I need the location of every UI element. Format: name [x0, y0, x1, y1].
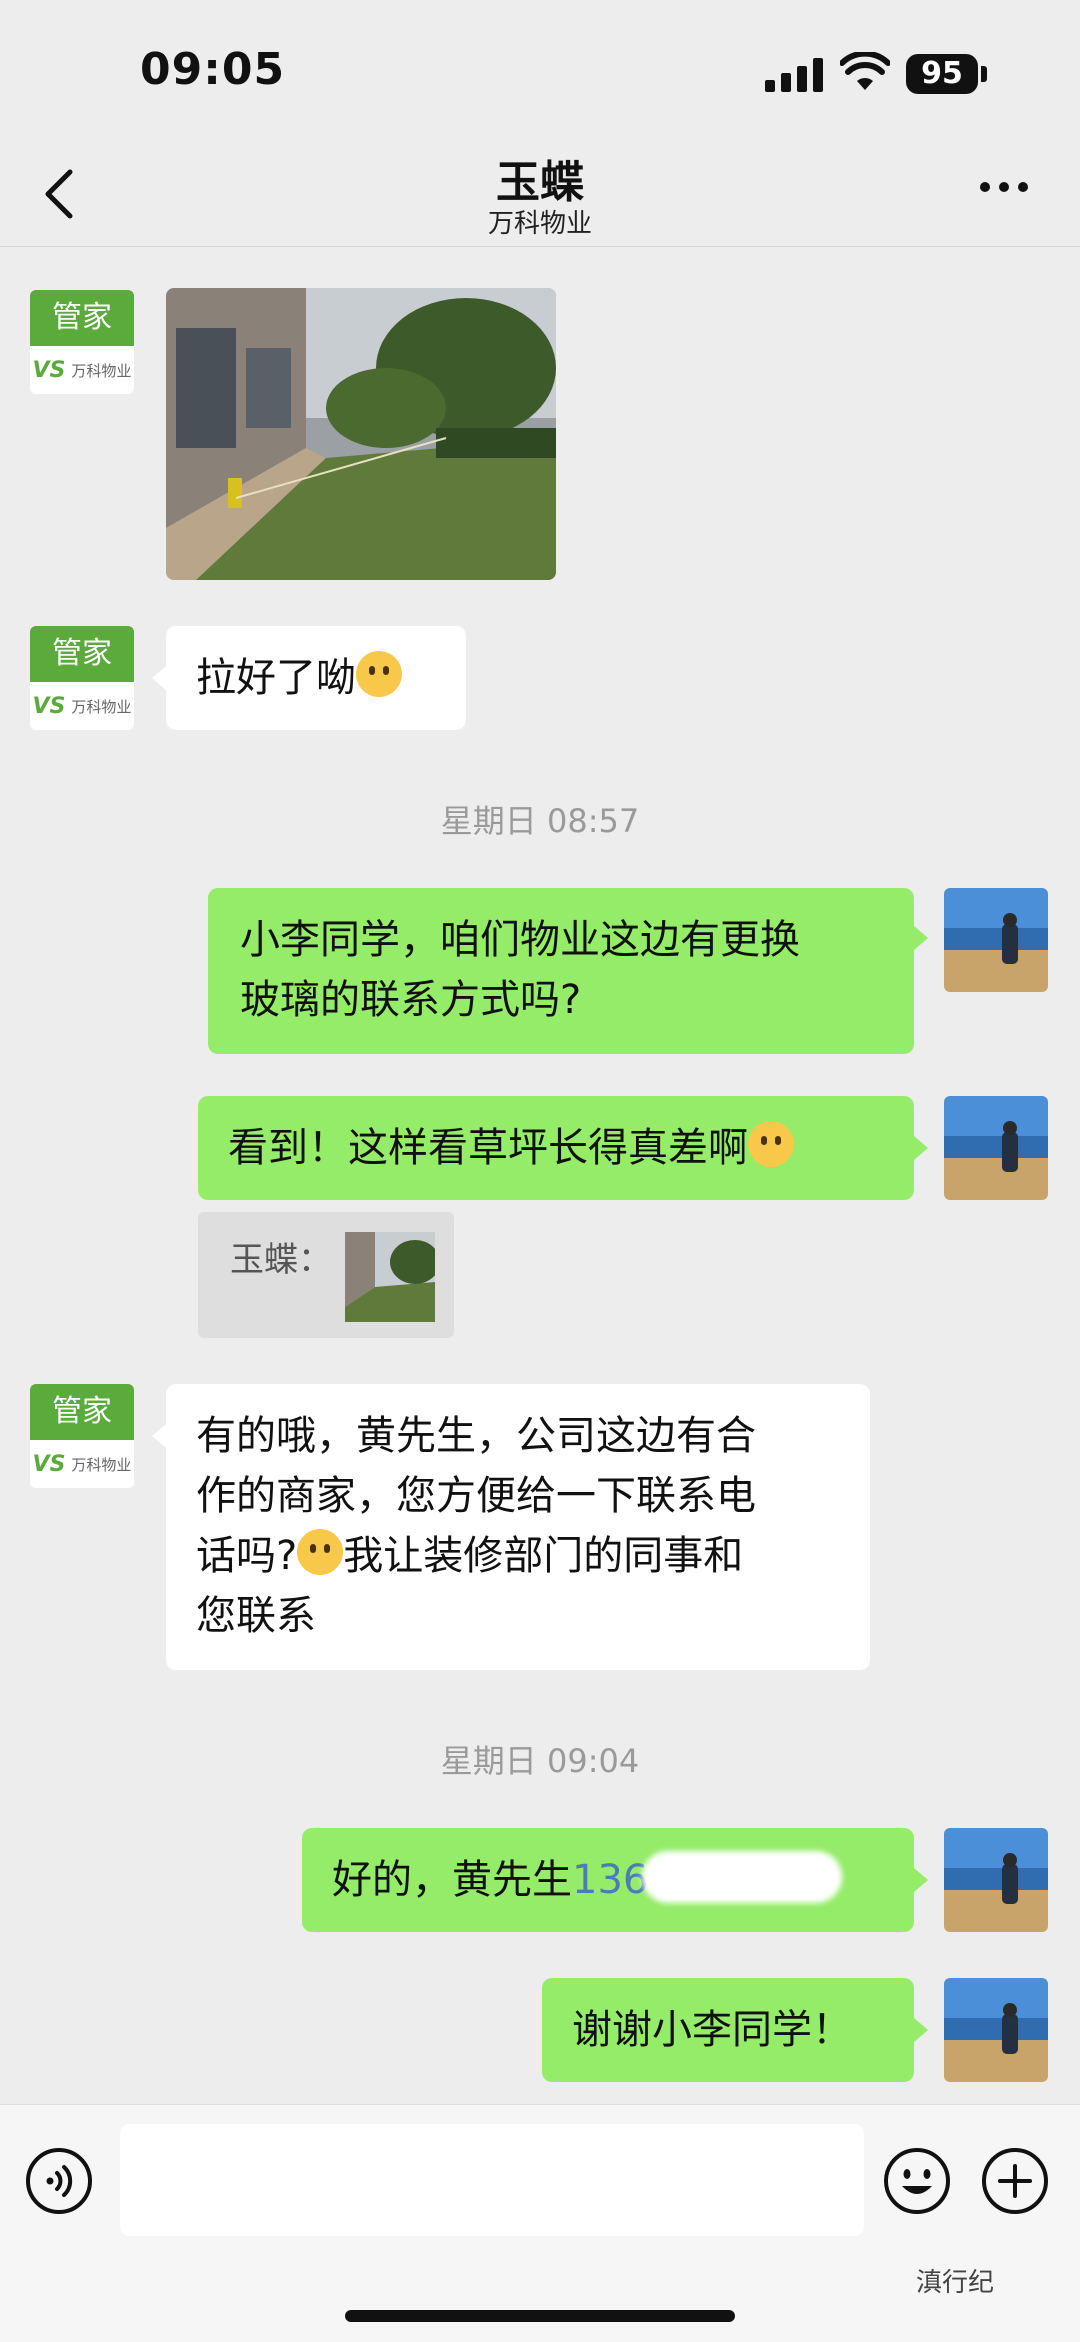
avatar[interactable]: 管家 VS 万科物业	[30, 1384, 134, 1488]
emoji-icon[interactable]	[882, 2146, 952, 2216]
voice-icon[interactable]	[24, 2146, 94, 2216]
quote-label: 玉蝶：	[230, 1240, 332, 1280]
message-input[interactable]	[120, 2124, 864, 2236]
battery-indicator: 95	[906, 54, 978, 94]
avatar[interactable]	[944, 1978, 1048, 2082]
plus-icon[interactable]	[980, 2146, 1050, 2216]
chat-subtitle: 万科物业	[487, 209, 592, 239]
avatar-company: 万科物业	[71, 697, 132, 716]
message-bubble[interactable]: 拉好了呦	[166, 626, 466, 730]
avatar[interactable]	[944, 1096, 1048, 1200]
more-icon[interactable]	[978, 180, 1030, 194]
message-text: 好的，黄先生	[332, 1857, 572, 1903]
message-line: 有的哦，黄先生，公司这边有合	[196, 1413, 756, 1459]
message-text: 话吗?	[196, 1533, 298, 1579]
photo-message[interactable]	[166, 288, 556, 580]
message-line: 您联系	[196, 1593, 316, 1639]
avatar-label: 管家	[30, 1384, 134, 1440]
avatar-company: 万科物业	[71, 1455, 132, 1474]
timestamp: 星期日 08:57	[440, 802, 640, 840]
message-line: 作的商家，您方便给一下联系电	[196, 1473, 756, 1519]
message-text: 我让装修部门的同事和	[343, 1533, 744, 1579]
message-line: 玻璃的联系方式吗?	[240, 977, 582, 1023]
message-text: 看到！这样看草坪长得真差啊	[228, 1125, 748, 1171]
bubble-tail	[914, 1136, 928, 1160]
signal-icon	[765, 58, 823, 92]
message-bubble[interactable]: 小李同学，咱们物业这边有更换 玻璃的联系方式吗?	[208, 888, 914, 1054]
message-bubble[interactable]: 有的哦，黄先生，公司这边有合 作的商家，您方便给一下联系电 话吗? 我让装修部门的…	[166, 1384, 870, 1670]
avatar[interactable]	[944, 888, 1048, 992]
chat-title: 玉蝶	[496, 157, 584, 208]
bubble-tail	[914, 2018, 928, 2042]
message-bubble[interactable]: 看到！这样看草坪长得真差啊	[198, 1096, 914, 1200]
vanke-logo: VS	[32, 357, 66, 383]
quote-thumbnail[interactable]	[345, 1232, 435, 1322]
emoji-icon-inline	[356, 651, 402, 697]
message-bubble[interactable]: 好的，黄先生136	[302, 1828, 914, 1932]
message-bubble[interactable]: 谢谢小李同学！	[542, 1978, 914, 2082]
redaction-mark	[642, 1851, 843, 1903]
status-time: 09:05	[140, 44, 286, 95]
avatar[interactable]: 管家 VS 万科物业	[30, 626, 134, 730]
vanke-logo: VS	[32, 693, 66, 719]
bubble-tail	[914, 926, 928, 950]
timestamp: 星期日 09:04	[440, 1742, 640, 1780]
vanke-logo: VS	[32, 1451, 66, 1477]
message-line: 小李同学，咱们物业这边有更换	[240, 917, 800, 963]
watermark: 滇行纪	[916, 2268, 995, 2298]
avatar[interactable]	[944, 1828, 1048, 1932]
bubble-tail	[914, 1868, 928, 1892]
emoji-icon-inline	[748, 1121, 794, 1167]
message-text: 谢谢小李同学！	[572, 2007, 852, 2053]
message-text: 拉好了呦	[196, 655, 356, 701]
avatar-label: 管家	[30, 626, 134, 682]
avatar-company: 万科物业	[71, 361, 132, 380]
avatar[interactable]: 管家 VS 万科物业	[30, 290, 134, 394]
bubble-tail	[152, 666, 166, 690]
emoji-icon-inline	[297, 1529, 344, 1575]
home-indicator	[345, 2310, 735, 2322]
bubble-tail	[152, 1424, 166, 1448]
phone-link[interactable]: 136	[572, 1857, 648, 1903]
avatar-label: 管家	[30, 290, 134, 346]
wifi-icon	[840, 52, 890, 90]
battery-tip	[981, 66, 987, 82]
